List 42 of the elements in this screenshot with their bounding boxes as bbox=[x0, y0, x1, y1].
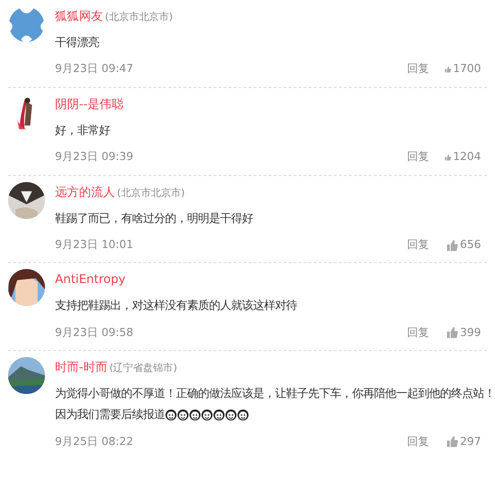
emoticon-icon bbox=[189, 408, 201, 421]
emoticon-icon bbox=[165, 408, 177, 421]
user-name[interactable]: 阴阴--是伟聪 bbox=[55, 94, 124, 113]
comment-text: 鞋踢了而已，有啥过分的，明明是干得好 bbox=[55, 210, 253, 226]
like-button[interactable]: 297 bbox=[445, 434, 481, 450]
comment-text: 支持把鞋踢出，对这样没有素质的人就该这样对待 bbox=[55, 297, 297, 314]
emoticon-icon bbox=[225, 408, 237, 421]
user-name[interactable]: 远方的流人 bbox=[55, 182, 115, 200]
comment-text: 好，非常好 bbox=[55, 122, 110, 139]
like-button[interactable]: 656 bbox=[445, 236, 481, 254]
user-location: (北京市北京市) bbox=[105, 10, 173, 25]
user-location: (北京市北京市) bbox=[117, 186, 185, 200]
user-location: (辽宁省盘锦市) bbox=[109, 362, 178, 376]
reply-link[interactable]: 回复 bbox=[407, 434, 429, 450]
user-name[interactable]: 狐狐网友 bbox=[55, 7, 103, 25]
comment-time: 9月23日 09:47 bbox=[55, 61, 134, 78]
comment-text: 因为我们需要后续报道 bbox=[55, 406, 165, 424]
like-button[interactable]: 1204 bbox=[445, 149, 481, 166]
user-name[interactable]: 时而-时而 bbox=[55, 358, 108, 376]
comment-text: 为觉得小哥做的不厚道！正确的做法应该是，让鞋子先下车，你再陪他一起到他的终点站！ bbox=[55, 385, 495, 402]
thumbs-up-icon bbox=[447, 327, 458, 338]
thumbs-up-icon bbox=[445, 64, 451, 75]
like-button[interactable]: 1700 bbox=[445, 61, 481, 78]
reply-link[interactable]: 回复 bbox=[407, 324, 429, 341]
reply-link[interactable]: 回复 bbox=[407, 236, 429, 254]
emoticon-icon bbox=[213, 408, 225, 421]
emoticon-icon bbox=[201, 408, 213, 421]
default-avatar-icon bbox=[8, 6, 45, 43]
comment-text: 干得漂亮 bbox=[55, 34, 99, 51]
comment-time: 9月23日 09:39 bbox=[55, 149, 134, 165]
user-name[interactable]: AntiEntropy bbox=[55, 270, 126, 288]
comment-time: 9月25日 08:22 bbox=[55, 434, 134, 450]
thumbs-up-icon bbox=[447, 240, 458, 250]
thumbs-up-icon bbox=[445, 152, 451, 163]
thumbs-up-icon bbox=[447, 436, 458, 448]
emoticon-icon bbox=[177, 408, 189, 421]
reply-link[interactable]: 回复 bbox=[407, 61, 429, 78]
comment-time: 9月23日 10:01 bbox=[55, 236, 134, 253]
reply-link[interactable]: 回复 bbox=[407, 149, 429, 166]
comment-time: 9月23日 09:58 bbox=[55, 324, 134, 340]
emoticon-icon bbox=[237, 408, 249, 421]
like-button[interactable]: 399 bbox=[445, 324, 481, 341]
